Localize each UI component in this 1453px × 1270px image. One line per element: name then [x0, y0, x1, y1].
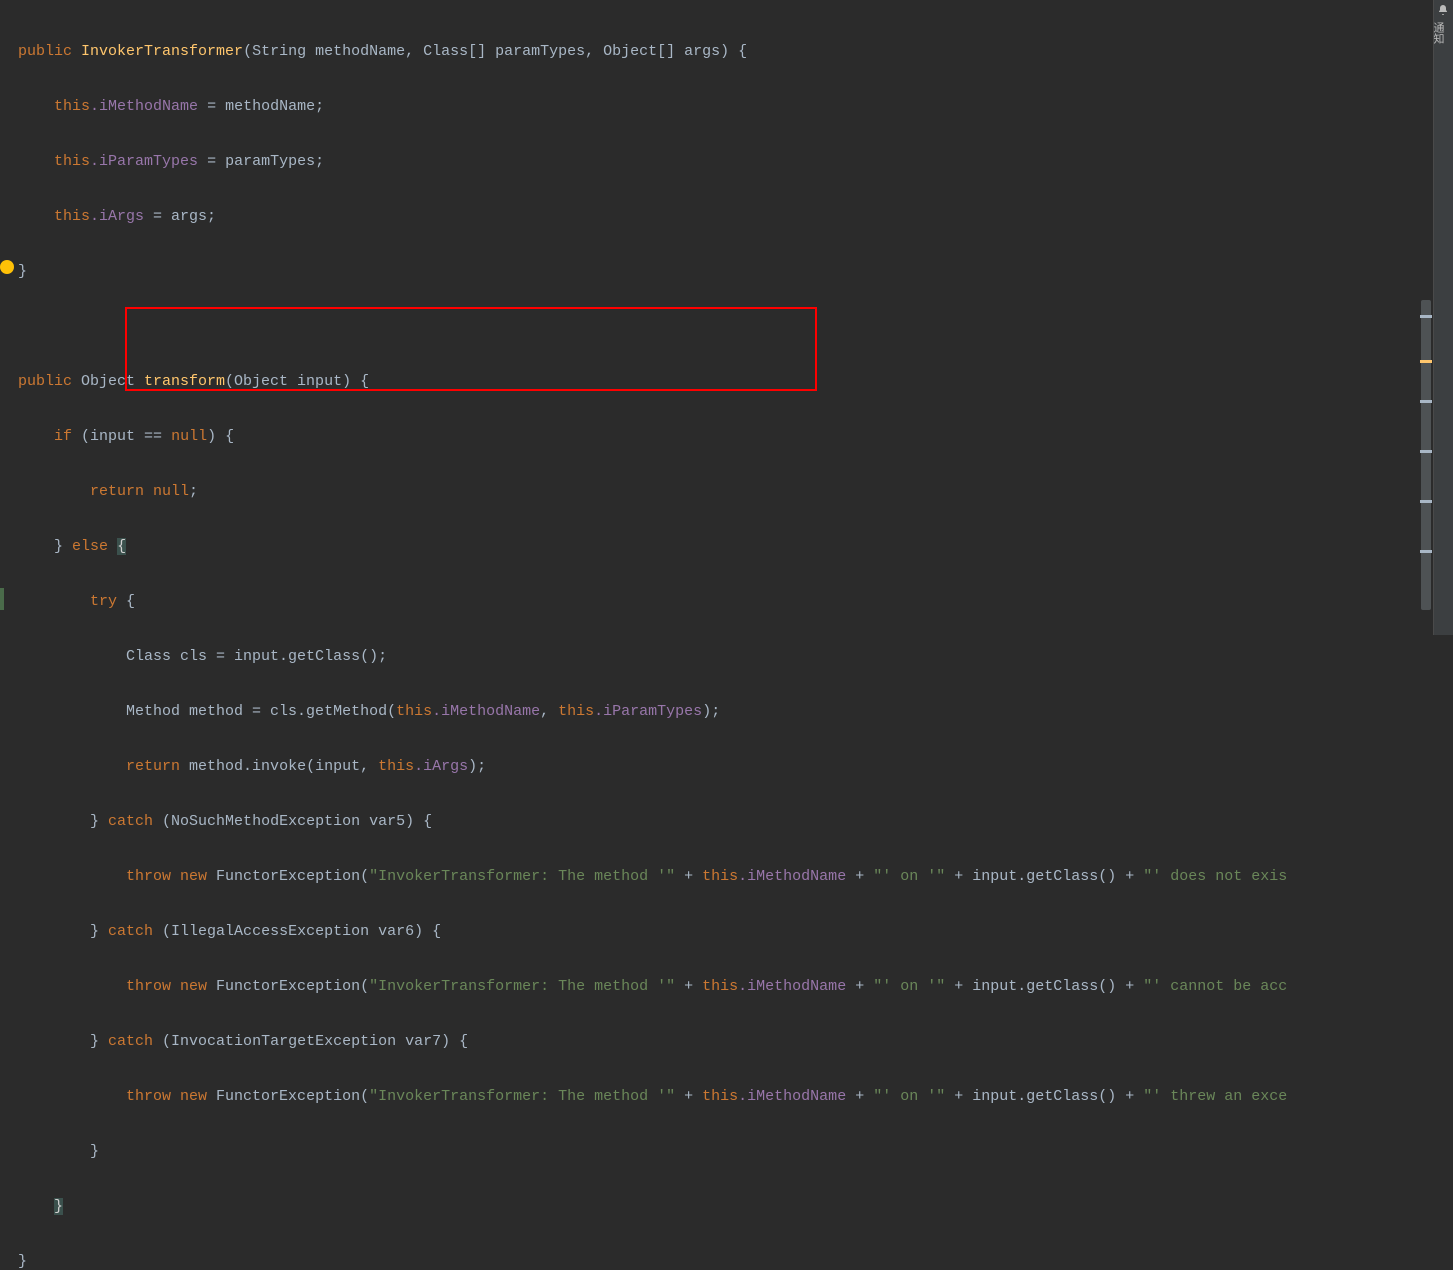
matched-brace: } — [54, 1198, 63, 1215]
scrollbar-marker[interactable] — [1420, 315, 1432, 318]
code-line: this.iArgs = args; — [18, 203, 1453, 231]
code-line: Class cls = input.getClass(); — [18, 643, 1453, 671]
scrollbar-marker[interactable] — [1420, 450, 1432, 453]
code-line: return method.invoke(input, this.iArgs); — [18, 753, 1453, 781]
code-line: public Object transform(Object input) { — [18, 368, 1453, 396]
code-line: } — [18, 1138, 1453, 1166]
code-line: } catch (IllegalAccessException var6) { — [18, 918, 1453, 946]
scrollbar-marker[interactable] — [1420, 360, 1432, 363]
scrollbar-marker[interactable] — [1420, 550, 1432, 553]
gutter-change-marker[interactable] — [0, 588, 4, 610]
code-line: throw new FunctorException("InvokerTrans… — [18, 863, 1453, 891]
code-editor[interactable]: public InvokerTransformer(String methodN… — [0, 0, 1453, 1270]
code-line: this.iMethodName = methodName; — [18, 93, 1453, 121]
scrollbar-marker[interactable] — [1420, 400, 1432, 403]
code-line: } else { — [18, 533, 1453, 561]
code-line: this.iParamTypes = paramTypes; — [18, 148, 1453, 176]
code-line: } catch (InvocationTargetException var7)… — [18, 1028, 1453, 1056]
code-line: try { — [18, 588, 1453, 616]
code-line: if (input == null) { — [18, 423, 1453, 451]
code-line: Method method = cls.getMethod(this.iMeth… — [18, 698, 1453, 726]
matched-brace: { — [117, 538, 126, 555]
intention-bulb-icon[interactable] — [0, 260, 14, 274]
code-line: } catch (NoSuchMethodException var5) { — [18, 808, 1453, 836]
code-line: throw new FunctorException("InvokerTrans… — [18, 973, 1453, 1001]
scrollbar-thumb[interactable] — [1421, 300, 1431, 610]
code-line: public InvokerTransformer(String methodN… — [18, 38, 1453, 66]
code-line: throw new FunctorException("InvokerTrans… — [18, 1083, 1453, 1111]
code-line: } — [18, 258, 1453, 286]
scrollbar-marker[interactable] — [1420, 500, 1432, 503]
code-line — [18, 313, 1453, 341]
code-line: } — [18, 1248, 1453, 1270]
right-panel-tab[interactable]: 通知 — [1435, 22, 1451, 44]
code-line: return null; — [18, 478, 1453, 506]
right-tool-panel: 通知 — [1433, 0, 1453, 635]
notification-bell-icon[interactable] — [1437, 4, 1449, 16]
code-line: } — [18, 1193, 1453, 1221]
